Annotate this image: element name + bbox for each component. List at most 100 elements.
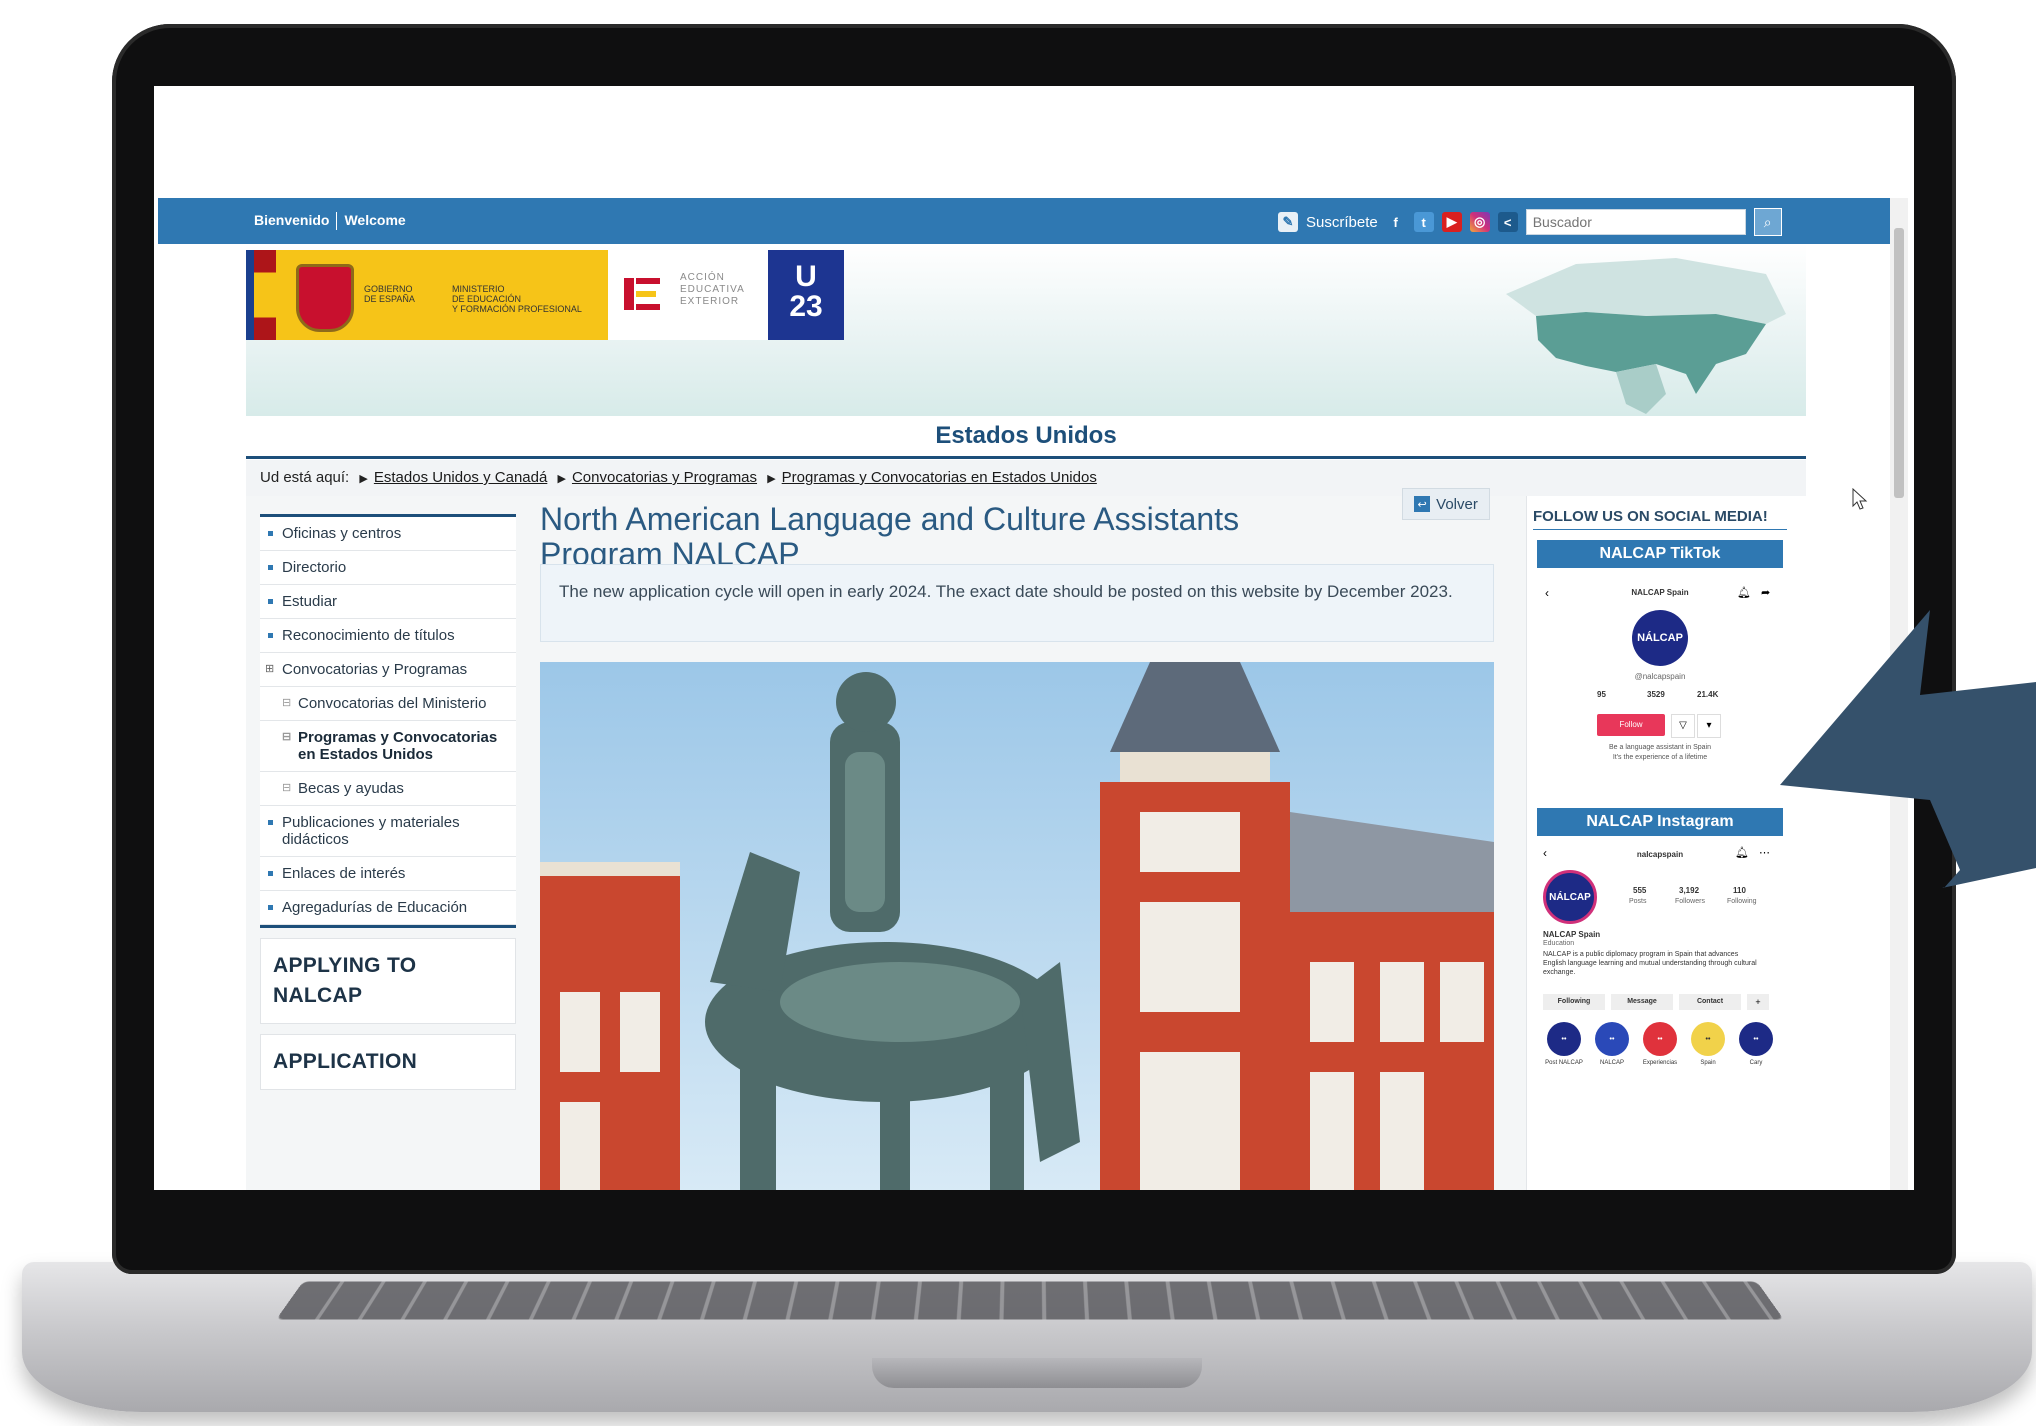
edit-icon[interactable]: ✎ xyxy=(1278,212,1298,232)
ig-highlight-label: Cary xyxy=(1749,1060,1763,1066)
facebook-icon[interactable]: f xyxy=(1385,212,1406,232)
nav-subitem-becas[interactable]: Becas y ayudas xyxy=(260,772,516,806)
instagram-card[interactable]: ‹ nalcapspain 🔔︎ ⋯ NÁLCAP 555 3,192 110 … xyxy=(1537,846,1783,1146)
ig-highlight[interactable]: •• xyxy=(1691,1022,1725,1056)
mouse-cursor-icon xyxy=(1852,488,1868,510)
north-america-map xyxy=(1506,258,1786,414)
ig-stat-label: Following xyxy=(1727,898,1757,905)
search-icon: ⌕ xyxy=(1763,213,1772,230)
ig-highlight-label: Post NALCAP xyxy=(1545,1060,1583,1066)
u23-line: U xyxy=(795,260,817,293)
top-bar: Bienvenido Welcome ✎ Suscríbete f t ▶ ◎ <… xyxy=(158,198,1890,244)
breadcrumb-arrow-icon: ▶ xyxy=(557,473,566,485)
nav-list: Oficinas y centros Directorio Estudiar R… xyxy=(260,514,516,928)
coat-of-arms-icon xyxy=(296,264,354,332)
back-label: Volver xyxy=(1436,495,1478,513)
u23-logo[interactable]: U 23 xyxy=(768,250,844,340)
ig-highlight[interactable]: •• xyxy=(1547,1022,1581,1056)
nav-item-estudiar[interactable]: Estudiar xyxy=(260,585,516,619)
breadcrumb-link[interactable]: Convocatorias y Programas xyxy=(572,469,757,486)
share-icon[interactable]: < xyxy=(1497,212,1518,232)
main-content: North American Language and Culture Assi… xyxy=(536,488,1506,1190)
welcome-en-link[interactable]: Welcome xyxy=(344,212,405,228)
country-title: Estados Unidos xyxy=(246,416,1806,459)
ig-message-button[interactable]: Message xyxy=(1611,994,1673,1010)
ministry-text: MINISTERIO DE EDUCACIÓN Y FORMACIÓN PROF… xyxy=(452,284,582,314)
tiktok-bio: Be a language assistant in Spain xyxy=(1609,744,1711,751)
nav-subitem-ministerio[interactable]: Convocatorias del Ministerio xyxy=(260,687,516,721)
nav-item-reconocimiento[interactable]: Reconocimiento de títulos xyxy=(260,619,516,653)
subscribe-link[interactable]: Suscríbete xyxy=(1306,214,1378,231)
share-icon[interactable]: ➦ xyxy=(1761,586,1770,599)
ig-highlight-label: Experiencias xyxy=(1642,1060,1678,1066)
welcome-es-link[interactable]: Bienvenido xyxy=(254,212,329,228)
back-button[interactable]: ↩ Volver xyxy=(1402,488,1490,520)
gov-line: DE ESPAÑA xyxy=(364,294,415,304)
ig-highlight[interactable]: •• xyxy=(1739,1022,1773,1056)
ig-stat-label: Followers xyxy=(1675,898,1705,905)
aee-text: ACCIÓN EDUCATIVA EXTERIOR xyxy=(680,272,745,308)
ig-highlight[interactable]: •• xyxy=(1643,1022,1677,1056)
ig-avatar: NÁLCAP xyxy=(1543,870,1597,924)
page-body: Oficinas y centros Directorio Estudiar R… xyxy=(246,488,1807,1190)
accion-educativa-logo[interactable]: ACCIÓN EDUCATIVA EXTERIOR xyxy=(608,250,768,340)
nav-item-convocatorias[interactable]: Convocatorias y Programas xyxy=(260,653,516,687)
applying-to-nalcap-card[interactable]: APPLYING TO NALCAP xyxy=(260,938,516,1024)
ministry-line: MINISTERIO xyxy=(452,284,505,294)
aee-line: ACCIÓN xyxy=(680,272,725,283)
hero-image xyxy=(540,662,1494,1190)
scrollbar-thumb[interactable] xyxy=(1894,228,1904,498)
gov-line: GOBIERNO xyxy=(364,284,413,294)
nav-subitem-programas-eeuu[interactable]: Programas y Convocatorias en Estados Uni… xyxy=(260,721,516,772)
government-logo[interactable]: GOBIERNO DE ESPAÑA MINISTERIO DE EDUCACI… xyxy=(246,250,608,340)
tiktok-avatar: NÁLCAP xyxy=(1632,610,1688,666)
instagram-header[interactable]: NALCAP Instagram xyxy=(1537,808,1783,836)
divider xyxy=(336,212,338,231)
browser-top-gap xyxy=(154,86,1914,198)
tiktok-handle: @nalcapspain xyxy=(1634,672,1686,681)
notice-box: The new application cycle will open in e… xyxy=(540,564,1494,642)
bell-icon[interactable]: 🔔︎ xyxy=(1737,586,1751,599)
breadcrumb-arrow-icon: ▶ xyxy=(767,473,776,485)
breadcrumb-arrow-icon: ▶ xyxy=(359,473,368,485)
ig-following-button[interactable]: Following xyxy=(1543,994,1605,1010)
twitter-icon[interactable]: t xyxy=(1413,212,1434,232)
dropdown-icon[interactable]: ▽ xyxy=(1671,714,1695,738)
social-column: FOLLOW US ON SOCIAL MEDIA! NALCAP TikTok… xyxy=(1526,496,1807,1190)
nav-item-publicaciones[interactable]: Publicaciones y materiales didácticos xyxy=(260,806,516,857)
site-header: GOBIERNO DE ESPAÑA MINISTERIO DE EDUCACI… xyxy=(246,244,1806,416)
ig-stat-label: Posts xyxy=(1629,898,1647,905)
more-icon[interactable]: ⋯ xyxy=(1759,846,1770,859)
aee-line: EXTERIOR xyxy=(680,296,740,307)
instagram-icon[interactable]: ◎ xyxy=(1469,212,1490,232)
ig-stat: 555 xyxy=(1633,886,1647,895)
bell-icon[interactable]: 🔔︎ xyxy=(1735,846,1749,859)
language-switch: Bienvenido Welcome xyxy=(254,212,406,231)
tiktok-follow-button[interactable]: Follow xyxy=(1597,714,1665,736)
top-tools: ✎ Suscríbete f t ▶ ◎ < ⌕ xyxy=(1278,208,1782,236)
search-input[interactable] xyxy=(1525,209,1746,235)
more-icon[interactable]: ▾ xyxy=(1697,714,1721,738)
nav-item-enlaces[interactable]: Enlaces de interés xyxy=(260,857,516,891)
tiktok-stat: 3529 xyxy=(1647,690,1665,699)
nav-item-directorio[interactable]: Directorio xyxy=(260,551,516,585)
left-navigation: Oficinas y centros Directorio Estudiar R… xyxy=(260,514,516,1090)
add-person-icon[interactable]: + xyxy=(1747,994,1769,1010)
youtube-icon[interactable]: ▶ xyxy=(1441,212,1462,232)
nav-item-oficinas[interactable]: Oficinas y centros xyxy=(260,517,516,551)
tiktok-bio: It's the experience of a lifetime xyxy=(1612,754,1708,761)
breadcrumb-link[interactable]: Programas y Convocatorias en Estados Uni… xyxy=(782,469,1097,486)
gov-text: GOBIERNO DE ESPAÑA xyxy=(364,284,415,304)
application-card[interactable]: APPLICATION xyxy=(260,1034,516,1090)
breadcrumb-link[interactable]: Estados Unidos y Canadá xyxy=(374,469,547,486)
aee-line: EDUCATIVA xyxy=(680,284,745,295)
pointer-arrow-icon xyxy=(1780,610,2036,888)
nav-item-agregadurias[interactable]: Agregadurías de Educación xyxy=(260,891,516,925)
tiktok-header[interactable]: NALCAP TikTok xyxy=(1537,540,1783,568)
ig-contact-button[interactable]: Contact xyxy=(1679,994,1741,1010)
breadcrumb-prefix: Ud está aquí: xyxy=(260,469,350,486)
tiktok-card[interactable]: ‹ NALCAP Spain 🔔︎ ➦ NÁLCAP @nalcapspain … xyxy=(1537,580,1783,782)
search-button[interactable]: ⌕ xyxy=(1753,208,1782,236)
ig-highlight[interactable]: •• xyxy=(1595,1022,1629,1056)
laptop-keyboard xyxy=(276,1281,1784,1320)
